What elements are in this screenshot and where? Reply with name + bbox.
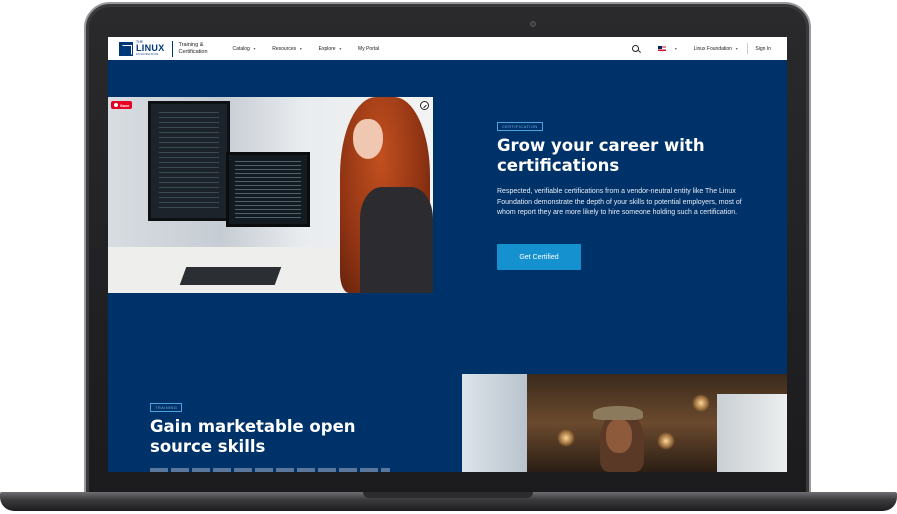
logo-wordmark: THE LINUX FOUNDATION [136, 40, 165, 57]
linux-foundation-menu-label: Linux Foundation [693, 45, 732, 52]
training-badge: TRAINING [150, 403, 183, 412]
main-nav: Catalog ▼ Resources ▼ Explore ▼ My Portal [233, 46, 380, 52]
hero-description: Respected, verifiable certifications fro… [497, 188, 742, 216]
browser-screen: THE LINUX FOUNDATION Training & Certific… [108, 37, 787, 472]
keyboard-graphic [179, 267, 282, 285]
certification-badge: CERTIFICATION [497, 122, 543, 131]
nav-explore[interactable]: Explore ▼ [319, 46, 342, 52]
monitor-graphic [148, 101, 230, 221]
search-icon[interactable] [632, 45, 640, 52]
training-description-cutoff [150, 468, 390, 472]
us-flag-icon[interactable] [658, 46, 667, 51]
chevron-down-icon: ▼ [734, 46, 739, 51]
wall-graphic [717, 394, 787, 472]
pinterest-icon [114, 103, 118, 107]
laptop-notch [363, 492, 533, 498]
window-graphic [462, 374, 527, 472]
light-graphic [692, 394, 710, 412]
nav-catalog-label: Catalog [232, 45, 250, 52]
laptop-base [0, 492, 897, 511]
light-graphic [557, 429, 575, 447]
person-face-graphic [606, 419, 632, 453]
camera-icon [530, 21, 536, 27]
logo-subtitle-line2: Certification [178, 48, 208, 55]
person-face-graphic [353, 119, 383, 159]
header-divider [747, 43, 749, 54]
linux-foundation-menu[interactable]: Linux Foundation ▼ [694, 46, 739, 52]
nav-resources[interactable]: Resources ▼ [272, 46, 302, 52]
training-title: Gain marketable open source skills [150, 417, 356, 456]
nav-my-portal-label: My Portal [358, 45, 380, 52]
logo-foundation: FOUNDATION [136, 52, 159, 57]
sign-in-link[interactable]: Sign In [755, 46, 771, 52]
chevron-down-icon: ▼ [252, 46, 257, 51]
site-logo[interactable]: THE LINUX FOUNDATION Training & Certific… [119, 40, 208, 57]
chevron-down-icon[interactable]: ▼ [674, 47, 677, 51]
nav-explore-label: Explore [318, 45, 336, 52]
monitor-graphic [226, 152, 310, 227]
chevron-down-icon: ▼ [338, 46, 343, 51]
header-actions: ▼ Linux Foundation ▼ Sign In [632, 43, 771, 54]
get-certified-button[interactable]: Get Certified [497, 244, 581, 270]
chevron-down-icon: ▼ [299, 46, 303, 51]
training-image [462, 374, 787, 472]
nav-catalog[interactable]: Catalog ▼ [233, 46, 257, 52]
pinterest-save-label: Save [120, 102, 130, 108]
linux-foundation-logo-icon [119, 41, 133, 56]
nav-my-portal[interactable]: My Portal [358, 46, 379, 52]
light-graphic [657, 432, 675, 450]
hero-title: Grow your career with certifications [497, 136, 705, 175]
person-shirt-graphic [360, 187, 433, 293]
nav-resources-label: Resources [272, 45, 297, 52]
logo-subtitle: Training & Certification [179, 42, 208, 55]
logo-divider [171, 40, 173, 57]
logo-subtitle-line1: Training & [178, 42, 204, 49]
expand-icon[interactable] [420, 101, 429, 110]
pinterest-save-button[interactable]: Save [111, 101, 133, 109]
hero-image: Save [108, 97, 433, 293]
person-cap-graphic [593, 406, 643, 420]
site-header: THE LINUX FOUNDATION Training & Certific… [108, 37, 787, 60]
